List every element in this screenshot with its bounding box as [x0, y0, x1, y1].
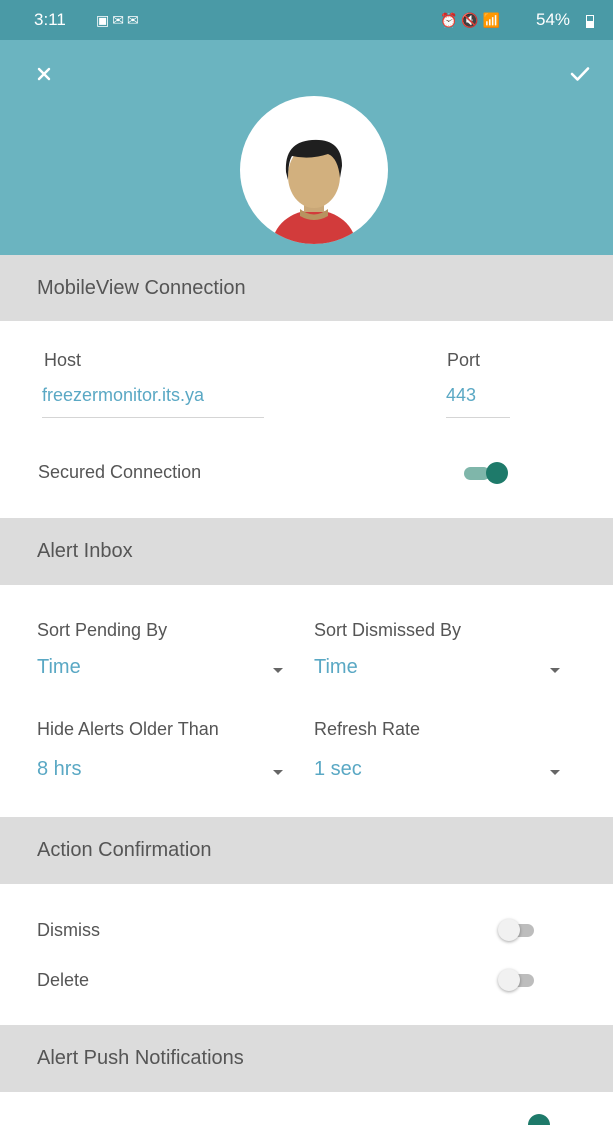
sort-pending-value: Time: [37, 656, 81, 678]
port-label: Port: [447, 350, 481, 370]
sort-pending-label: Sort Pending By: [37, 620, 168, 640]
section-mobileview-connection: MobileView Connection: [0, 255, 613, 321]
section-title: Alert Push Notifications: [37, 1047, 244, 1069]
port-underline: [446, 417, 510, 418]
toggle-thumb: [498, 919, 520, 941]
chevron-down-icon: [550, 668, 560, 673]
system-status-icons: ⏰🔇📶: [440, 12, 505, 28]
sort-pending-dropdown[interactable]: Time: [37, 656, 291, 690]
host-value: freezermonitor.its.ya: [42, 385, 205, 405]
sort-dismissed-value: Time: [314, 656, 358, 678]
port-input[interactable]: 443: [446, 385, 510, 419]
section-action-confirmation: Action Confirmation: [0, 817, 613, 884]
host-label: Host: [44, 350, 82, 370]
sort-dismissed-label: Sort Dismissed By: [314, 620, 462, 640]
delete-toggle[interactable]: [492, 964, 548, 996]
delete-label: Delete: [37, 970, 90, 990]
hide-alerts-value: 8 hrs: [37, 758, 82, 780]
refresh-rate-value: 1 sec: [314, 758, 362, 780]
status-bar: 3:11 ▣✉✉ ⏰🔇📶 54%: [0, 0, 613, 40]
host-underline: [42, 417, 264, 418]
section-title: Action Confirmation: [37, 839, 212, 861]
refresh-rate-dropdown[interactable]: 1 sec: [314, 758, 568, 792]
status-time: 3:11: [34, 10, 66, 29]
close-button[interactable]: [24, 54, 64, 94]
toggle-thumb: [528, 1114, 550, 1125]
hide-alerts-label: Hide Alerts Older Than: [37, 719, 219, 739]
push-notifications-toggle[interactable]: [520, 1112, 560, 1125]
hide-alerts-dropdown[interactable]: 8 hrs: [37, 758, 291, 792]
dismiss-label: Dismiss: [37, 920, 100, 940]
close-icon: [37, 67, 51, 81]
section-title: MobileView Connection: [37, 276, 246, 299]
toggle-thumb: [498, 969, 520, 991]
user-avatar-icon: [272, 139, 356, 244]
battery-percent: 54%: [536, 10, 571, 29]
chevron-down-icon: [273, 668, 283, 673]
chevron-down-icon: [550, 770, 560, 775]
port-value: 443: [446, 385, 477, 405]
sort-dismissed-dropdown[interactable]: Time: [314, 656, 568, 690]
confirm-button[interactable]: [560, 54, 600, 94]
notification-icons: ▣✉✉: [96, 12, 142, 28]
section-alert-inbox: Alert Inbox: [0, 518, 613, 585]
chevron-down-icon: [273, 770, 283, 775]
toggle-thumb: [486, 462, 508, 484]
check-icon: [570, 67, 590, 81]
host-input[interactable]: freezermonitor.its.ya: [42, 385, 264, 419]
refresh-rate-label: Refresh Rate: [314, 719, 421, 739]
section-alert-push-notifications: Alert Push Notifications: [0, 1025, 613, 1092]
section-title: Alert Inbox: [37, 540, 133, 562]
battery-icon: [586, 15, 594, 28]
secured-connection-toggle[interactable]: [460, 457, 516, 489]
dismiss-toggle[interactable]: [492, 914, 548, 946]
secured-connection-label: Secured Connection: [38, 462, 202, 482]
user-avatar[interactable]: [240, 96, 388, 244]
